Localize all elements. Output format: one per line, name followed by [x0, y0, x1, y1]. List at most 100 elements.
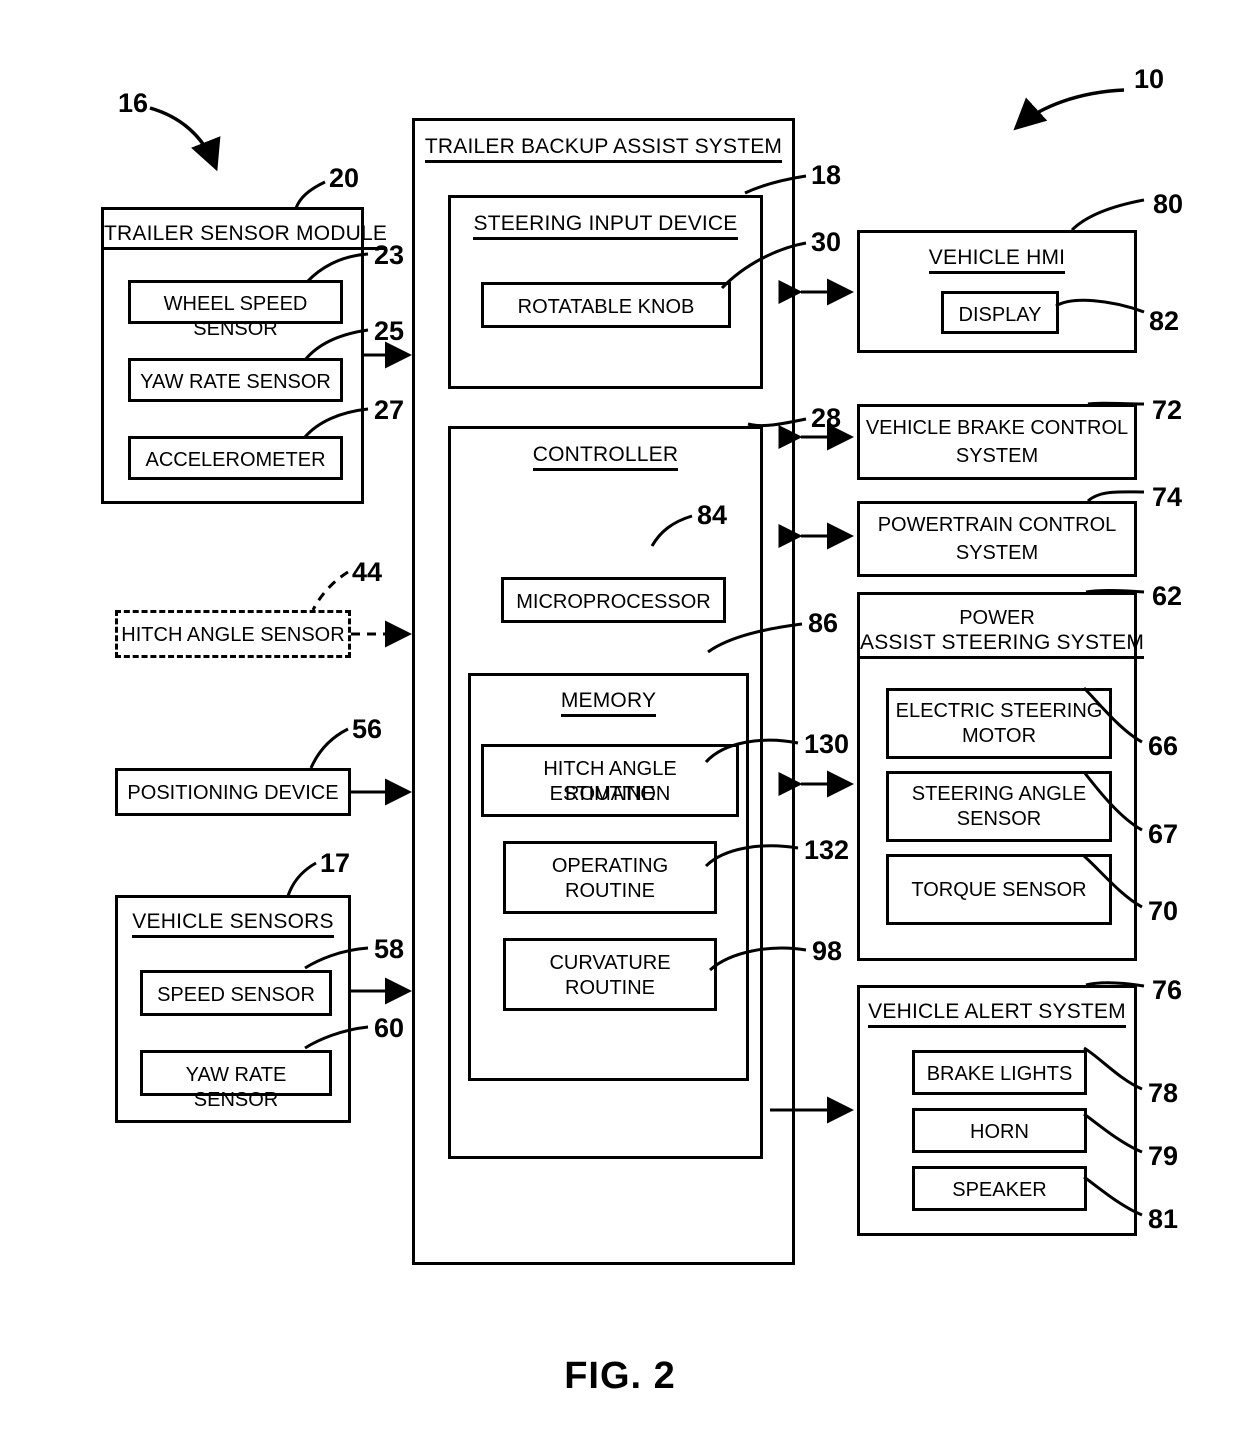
hitch-angle-estimation-routine-label-line2: ROUTINE: [565, 783, 655, 805]
positioning-device-label: POSITIONING DEVICE: [127, 782, 339, 804]
ref-82: 82: [1149, 306, 1180, 336]
speed-sensor-label: SPEED SENSOR: [157, 984, 315, 1006]
electric-steering-motor-label-line1: ELECTRIC STEERING: [895, 700, 1103, 722]
ref-23: 23: [374, 240, 405, 270]
ref-28: 28: [811, 403, 842, 433]
steering-input-device-title: STEERING INPUT DEVICE: [451, 212, 760, 240]
powertrain-control-system-label-line1: POWERTRAIN CONTROL: [877, 514, 1117, 536]
patent-figure-2: TRAILER SENSOR MODULE WHEEL SPEED SENSOR…: [0, 0, 1240, 1453]
vehicle-yaw-rate-sensor-box: YAW RATE SENSOR: [140, 1050, 332, 1111]
vehicle-yaw-rate-sensor-label: YAW RATE SENSOR: [185, 1064, 287, 1111]
curvature-routine-box: CURVATURE ROUTINE: [503, 938, 717, 1011]
hitch-angle-sensor-box: HITCH ANGLE SENSOR: [115, 610, 351, 658]
ref-98: 98: [812, 936, 843, 966]
vehicle-sensors-title: VEHICLE SENSORS: [118, 910, 348, 938]
trailer-backup-assist-system-title: TRAILER BACKUP ASSIST SYSTEM: [415, 135, 792, 163]
ref-30: 30: [811, 227, 842, 257]
ref-72: 72: [1152, 395, 1183, 425]
ref-76: 76: [1152, 975, 1183, 1005]
ref-81: 81: [1148, 1204, 1179, 1234]
operating-routine-label-line1: OPERATING: [551, 855, 669, 877]
power-assist-steering-system-title-line2: ASSIST STEERING SYSTEM: [860, 631, 1145, 659]
hitch-angle-estimation-routine-box: HITCH ANGLE ESTIMATION ROUTINE: [481, 744, 739, 817]
ref-20: 20: [329, 163, 360, 193]
ref-10: 10: [1134, 64, 1165, 94]
ref-66: 66: [1148, 731, 1179, 761]
horn-label: HORN: [970, 1121, 1029, 1143]
ref-80: 80: [1153, 189, 1184, 219]
steering-angle-sensor-label-line2: SENSOR: [956, 808, 1042, 830]
ref-27: 27: [374, 395, 405, 425]
ref-56: 56: [352, 714, 383, 744]
power-assist-steering-system-box: POWER ASSIST STEERING SYSTEM ELECTRIC ST…: [857, 592, 1145, 961]
ref-18: 18: [811, 160, 842, 190]
operating-routine-label-line2: ROUTINE: [565, 880, 655, 902]
ref-62: 62: [1152, 581, 1183, 611]
ref-17: 17: [320, 848, 351, 878]
ref-60: 60: [374, 1013, 405, 1043]
memory-box: MEMORY HITCH ANGLE ESTIMATION ROUTINE OP…: [468, 673, 749, 1081]
power-assist-steering-system-title-line1: POWER: [959, 607, 1035, 629]
rotatable-knob-label: ROTATABLE KNOB: [517, 296, 695, 318]
trailer-sensor-module-title: TRAILER SENSOR MODULE: [104, 222, 388, 250]
steering-angle-sensor-box: STEERING ANGLE SENSOR: [886, 771, 1112, 842]
torque-sensor-box: TORQUE SENSOR: [886, 854, 1112, 925]
ref-84: 84: [697, 500, 728, 530]
vehicle-alert-system-box: VEHICLE ALERT SYSTEM BRAKE LIGHTS HORN S…: [857, 985, 1137, 1236]
ref-74: 74: [1152, 482, 1183, 512]
speaker-label: SPEAKER: [952, 1179, 1047, 1201]
ref-132: 132: [804, 835, 850, 865]
rotatable-knob-box[interactable]: ROTATABLE KNOB: [481, 282, 731, 328]
yaw-rate-sensor-label: YAW RATE SENSOR: [140, 371, 331, 393]
ref-44: 44: [352, 557, 383, 587]
vehicle-brake-control-system-box: VEHICLE BRAKE CONTROL SYSTEM: [857, 404, 1137, 480]
microprocessor-box: MICROPROCESSOR: [501, 577, 726, 623]
vehicle-sensors-box: VEHICLE SENSORS SPEED SENSOR YAW RATE SE…: [115, 895, 351, 1123]
ref-70: 70: [1148, 896, 1179, 926]
vehicle-hmi-box: VEHICLE HMI DISPLAY: [857, 230, 1137, 353]
yaw-rate-sensor-box: YAW RATE SENSOR: [128, 358, 343, 402]
torque-sensor-label: TORQUE SENSOR: [911, 879, 1087, 901]
vehicle-brake-control-system-label-line1: VEHICLE BRAKE CONTROL: [865, 417, 1129, 439]
wheel-speed-sensor-label: WHEEL SPEED SENSOR: [163, 293, 308, 340]
electric-steering-motor-label-line2: MOTOR: [961, 725, 1037, 747]
curvature-routine-label-line2: ROUTINE: [565, 977, 655, 999]
powertrain-control-system-label-line2: SYSTEM: [955, 542, 1039, 564]
steering-input-device-box: STEERING INPUT DEVICE ROTATABLE KNOB: [448, 195, 763, 389]
ref-25: 25: [374, 316, 405, 346]
brake-lights-label: BRAKE LIGHTS: [926, 1063, 1073, 1085]
controller-title: CONTROLLER: [451, 443, 760, 471]
ref-130: 130: [804, 729, 850, 759]
powertrain-control-system-box: POWERTRAIN CONTROL SYSTEM: [857, 501, 1137, 577]
speaker-box: SPEAKER: [912, 1166, 1087, 1211]
ref-58: 58: [374, 934, 405, 964]
brake-lights-box: BRAKE LIGHTS: [912, 1050, 1087, 1095]
horn-box: HORN: [912, 1108, 1087, 1153]
ref-67: 67: [1148, 819, 1179, 849]
wheel-speed-sensor-box: WHEEL SPEED SENSOR: [128, 280, 343, 340]
memory-title: MEMORY: [471, 689, 746, 717]
controller-box: CONTROLLER MICROPROCESSOR MEMORY HITCH A…: [448, 426, 763, 1159]
trailer-sensor-module-box: TRAILER SENSOR MODULE WHEEL SPEED SENSOR…: [101, 207, 388, 504]
accelerometer-label: ACCELEROMETER: [145, 449, 326, 471]
microprocessor-label: MICROPROCESSOR: [516, 591, 711, 613]
ref-86: 86: [808, 608, 839, 638]
trailer-backup-assist-system-box: TRAILER BACKUP ASSIST SYSTEM STEERING IN…: [412, 118, 795, 1265]
ref-78: 78: [1148, 1078, 1179, 1108]
display-label: DISPLAY: [958, 304, 1042, 326]
ref-79: 79: [1148, 1141, 1179, 1171]
steering-angle-sensor-label-line1: STEERING ANGLE: [911, 783, 1087, 805]
electric-steering-motor-box: ELECTRIC STEERING MOTOR: [886, 688, 1112, 759]
operating-routine-box: OPERATING ROUTINE: [503, 841, 717, 914]
vehicle-brake-control-system-label-line2: SYSTEM: [955, 445, 1039, 467]
hitch-angle-sensor-label: HITCH ANGLE SENSOR: [121, 624, 345, 646]
ref-16: 16: [118, 88, 149, 118]
figure-caption: FIG. 2: [564, 1355, 676, 1397]
vehicle-hmi-title: VEHICLE HMI: [860, 246, 1134, 274]
curvature-routine-label-line1: CURVATURE: [549, 952, 671, 974]
speed-sensor-box: SPEED SENSOR: [140, 970, 332, 1016]
display-box: DISPLAY: [941, 291, 1059, 334]
vehicle-alert-system-title: VEHICLE ALERT SYSTEM: [860, 1000, 1134, 1028]
positioning-device-box: POSITIONING DEVICE: [115, 768, 351, 816]
accelerometer-box: ACCELEROMETER: [128, 436, 343, 480]
